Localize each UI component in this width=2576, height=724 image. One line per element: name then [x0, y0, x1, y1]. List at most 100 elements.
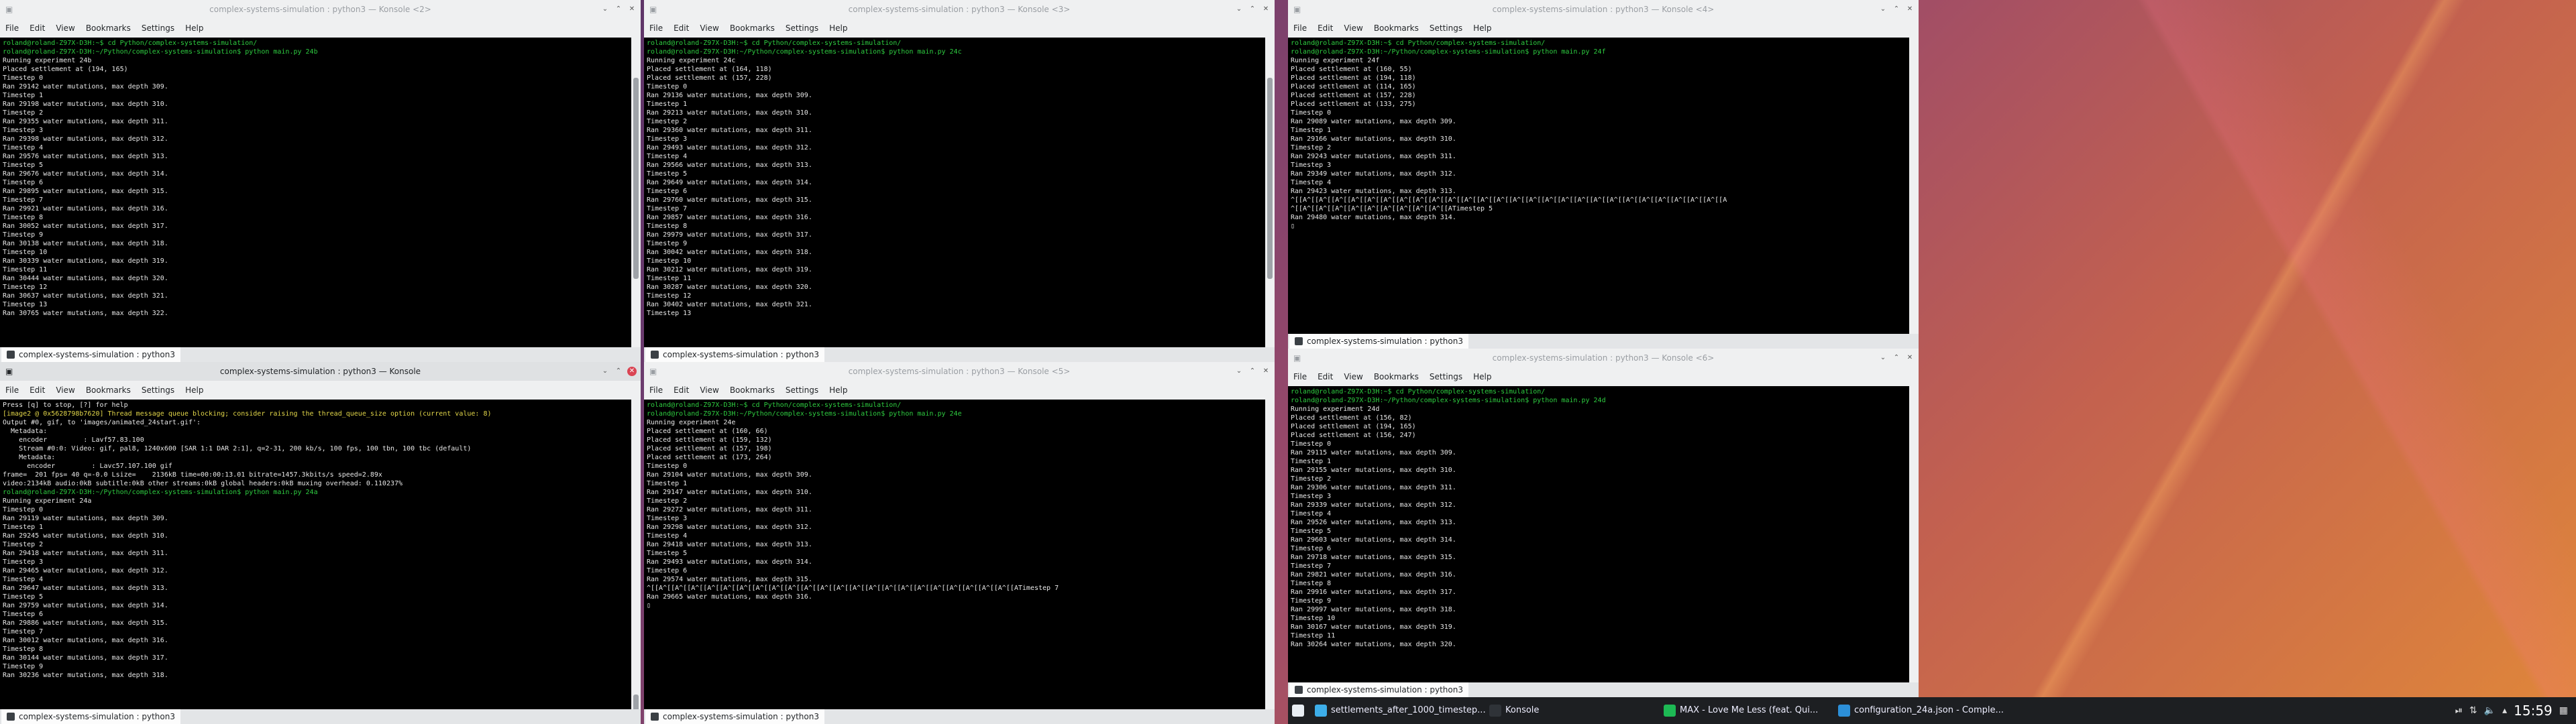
terminal-tab[interactable]: complex-systems-simulation : python3	[1289, 682, 1468, 697]
menu-item-help[interactable]: Help	[1468, 367, 1497, 386]
volume-icon[interactable]: 🔈	[2484, 697, 2496, 724]
konsole-window[interactable]: ▣ complex-systems-simulation : python3 — …	[644, 0, 1275, 362]
menu-item-settings[interactable]: Settings	[136, 19, 180, 38]
terminal-scrollbar[interactable]	[1265, 400, 1275, 709]
menu-item-bookmarks[interactable]: Bookmarks	[1368, 19, 1424, 38]
menu-item-view[interactable]: View	[1338, 19, 1368, 38]
terminal-scrollbar[interactable]	[631, 38, 641, 347]
menu-item-bookmarks[interactable]: Bookmarks	[80, 381, 136, 400]
application-launcher[interactable]	[1292, 700, 1304, 721]
menu-item-help[interactable]: Help	[824, 19, 853, 38]
maximize-icon[interactable]: ⌃	[1248, 367, 1257, 376]
menu-item-view[interactable]: View	[694, 381, 724, 400]
minimize-icon[interactable]: ⌄	[1234, 367, 1244, 376]
task-3[interactable]: configuration_24a.json - Comple...	[1838, 700, 2004, 721]
window-titlebar[interactable]: ▣ complex-systems-simulation : python3 — …	[644, 362, 1275, 381]
menu-item-help[interactable]: Help	[1468, 19, 1497, 38]
terminal-output[interactable]: roland@roland-Z97X-D3H:~$ cd Python/comp…	[0, 38, 631, 347]
konsole-window[interactable]: ▣ complex-systems-simulation : python3 — …	[1288, 349, 1919, 697]
menu-item-settings[interactable]: Settings	[780, 381, 824, 400]
menu-item-edit[interactable]: Edit	[24, 19, 50, 38]
close-icon[interactable]: ✕	[1261, 367, 1271, 376]
minimize-icon[interactable]: ⌄	[1878, 353, 1888, 363]
window-menu-icon[interactable]: ▣	[5, 0, 13, 19]
terminal-scrollbar[interactable]	[1265, 38, 1275, 347]
terminal-tab[interactable]: complex-systems-simulation : python3	[1, 709, 180, 724]
menu-item-settings[interactable]: Settings	[780, 19, 824, 38]
konsole-window[interactable]: ▣ complex-systems-simulation : python3 — …	[644, 362, 1275, 724]
terminal-scrollbar[interactable]	[631, 400, 641, 715]
clock[interactable]: 15:59	[2514, 697, 2553, 724]
close-icon[interactable]: ✕	[1905, 5, 1915, 14]
menu-item-bookmarks[interactable]: Bookmarks	[724, 19, 780, 38]
terminal-output[interactable]: roland@roland-Z97X-D3H:~$ cd Python/comp…	[1288, 38, 1909, 334]
scrollbar-thumb[interactable]	[633, 78, 639, 279]
window-menu-icon[interactable]: ▣	[1293, 0, 1301, 19]
media-icon[interactable]: ⏯	[2455, 697, 2463, 724]
task-0[interactable]: settlements_after_1000_timestep...	[1315, 700, 1486, 721]
menu-item-file[interactable]: File	[0, 381, 24, 400]
show-desktop-icon[interactable]: ▦	[2559, 697, 2568, 724]
minimize-icon[interactable]: ⌄	[600, 5, 610, 14]
menu-item-help[interactable]: Help	[180, 381, 209, 400]
window-menu-icon[interactable]: ▣	[1293, 349, 1301, 367]
close-icon[interactable]: ✕	[627, 367, 637, 376]
menu-item-file[interactable]: File	[644, 381, 668, 400]
konsole-window[interactable]: ▣ complex-systems-simulation : python3 — …	[1288, 0, 1919, 349]
menu-item-view[interactable]: View	[50, 19, 80, 38]
menu-item-edit[interactable]: Edit	[668, 19, 694, 38]
menu-item-view[interactable]: View	[694, 19, 724, 38]
window-menu-icon[interactable]: ▣	[649, 362, 657, 381]
scrollbar-thumb[interactable]	[1267, 78, 1273, 279]
terminal-output[interactable]: Press [q] to stop, [?] for help [image2 @…	[0, 400, 631, 709]
maximize-icon[interactable]: ⌃	[614, 367, 623, 376]
terminal-output[interactable]: roland@roland-Z97X-D3H:~$ cd Python/comp…	[1288, 386, 1909, 682]
terminal-tab[interactable]: complex-systems-simulation : python3	[645, 347, 824, 362]
terminal-tab[interactable]: complex-systems-simulation : python3	[645, 709, 824, 724]
app-launcher-icon[interactable]	[1292, 705, 1304, 717]
menu-item-file[interactable]: File	[0, 19, 24, 38]
task-1[interactable]: Konsole	[1489, 700, 1539, 721]
terminal-output[interactable]: roland@roland-Z97X-D3H:~$ cd Python/comp…	[644, 38, 1265, 347]
minimize-icon[interactable]: ⌄	[1878, 5, 1888, 14]
close-icon[interactable]: ✕	[1905, 353, 1915, 363]
menu-item-edit[interactable]: Edit	[24, 381, 50, 400]
menu-item-help[interactable]: Help	[180, 19, 209, 38]
menu-item-view[interactable]: View	[50, 381, 80, 400]
window-titlebar[interactable]: ▣ complex-systems-simulation : python3 — …	[1288, 0, 1919, 19]
menu-item-settings[interactable]: Settings	[1424, 367, 1468, 386]
window-titlebar[interactable]: ▣ complex-systems-simulation : python3 — …	[0, 0, 641, 19]
terminal-tab[interactable]: complex-systems-simulation : python3	[1289, 334, 1468, 349]
task-2[interactable]: MAX - Love Me Less (feat. Qui...	[1664, 700, 1818, 721]
menu-item-settings[interactable]: Settings	[1424, 19, 1468, 38]
terminal-scrollbar[interactable]	[1909, 386, 1919, 682]
close-icon[interactable]: ✕	[627, 5, 637, 14]
window-menu-icon[interactable]: ▣	[649, 0, 657, 19]
menu-item-edit[interactable]: Edit	[668, 381, 694, 400]
menu-item-file[interactable]: File	[1288, 19, 1312, 38]
maximize-icon[interactable]: ⌃	[1892, 353, 1901, 363]
terminal-tab[interactable]: complex-systems-simulation : python3	[1, 347, 180, 362]
maximize-icon[interactable]: ⌃	[1892, 5, 1901, 14]
terminal-output[interactable]: roland@roland-Z97X-D3H:~$ cd Python/comp…	[644, 400, 1265, 709]
menu-item-bookmarks[interactable]: Bookmarks	[80, 19, 136, 38]
notifications-icon[interactable]: ▴	[2502, 697, 2507, 724]
konsole-window[interactable]: ▣ complex-systems-simulation : python3 — …	[0, 0, 641, 362]
menu-item-help[interactable]: Help	[824, 381, 853, 400]
menu-item-bookmarks[interactable]: Bookmarks	[724, 381, 780, 400]
konsole-window[interactable]: ▣ complex-systems-simulation : python3 — …	[0, 362, 641, 724]
menu-item-bookmarks[interactable]: Bookmarks	[1368, 367, 1424, 386]
terminal-scrollbar[interactable]	[1909, 38, 1919, 334]
network-icon[interactable]: ⇅	[2469, 697, 2477, 724]
menu-item-view[interactable]: View	[1338, 367, 1368, 386]
window-menu-icon[interactable]: ▣	[5, 362, 13, 381]
menu-item-file[interactable]: File	[644, 19, 668, 38]
menu-item-settings[interactable]: Settings	[136, 381, 180, 400]
maximize-icon[interactable]: ⌃	[1248, 5, 1257, 14]
menu-item-edit[interactable]: Edit	[1312, 19, 1338, 38]
menu-item-file[interactable]: File	[1288, 367, 1312, 386]
window-titlebar[interactable]: ▣ complex-systems-simulation : python3 — …	[1288, 349, 1919, 367]
window-titlebar[interactable]: ▣ complex-systems-simulation : python3 — …	[0, 362, 641, 381]
menu-item-edit[interactable]: Edit	[1312, 367, 1338, 386]
maximize-icon[interactable]: ⌃	[614, 5, 623, 14]
